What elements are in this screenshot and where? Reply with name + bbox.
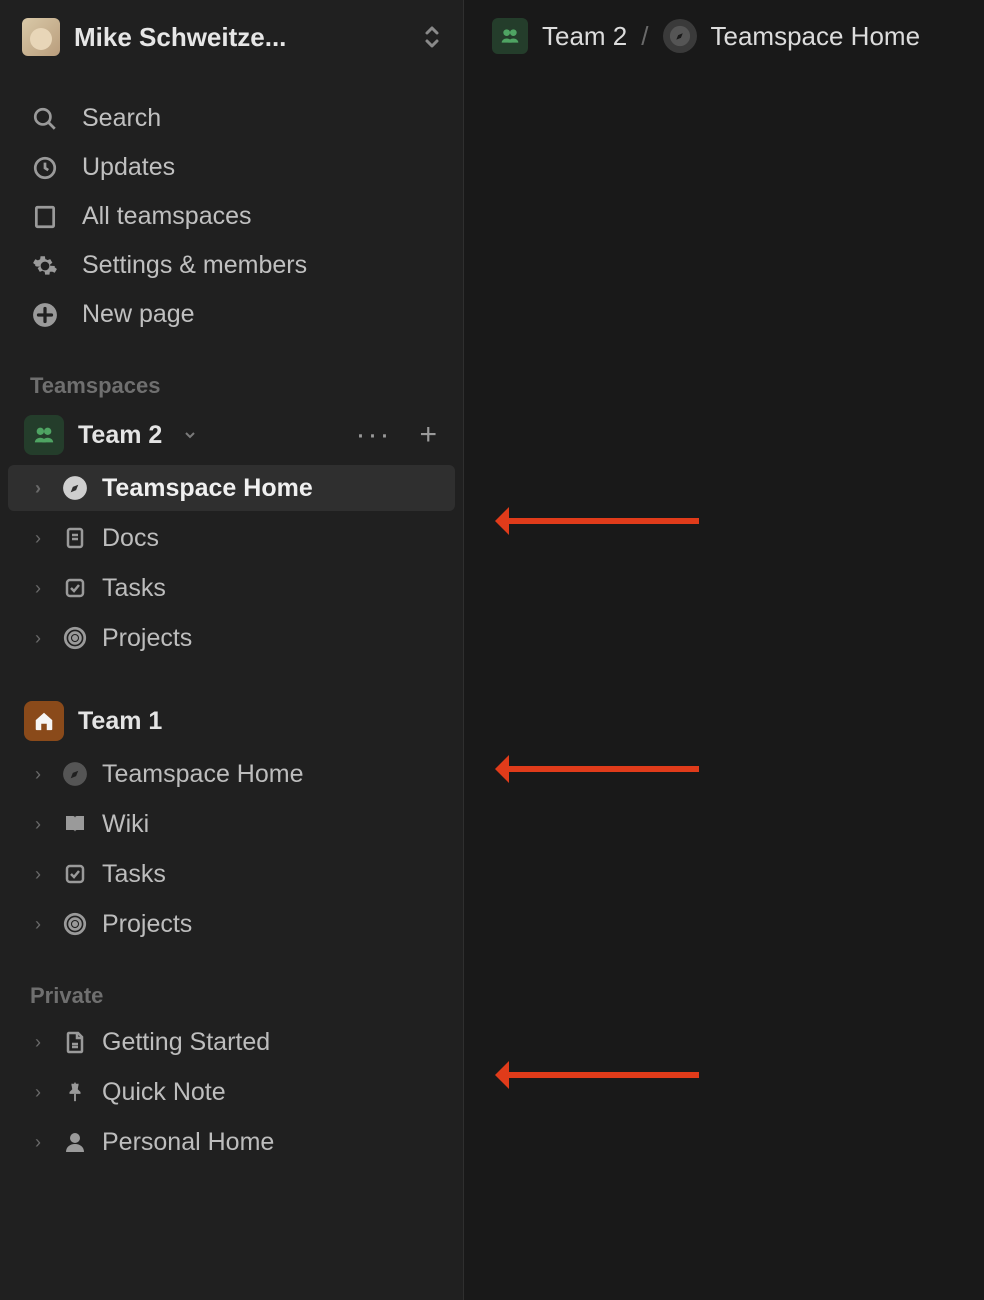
page-item-docs[interactable]: › Docs — [8, 515, 455, 561]
person-icon — [60, 1127, 90, 1157]
people-icon — [24, 415, 64, 455]
nav-label: Search — [82, 104, 161, 133]
checkbox-icon — [60, 859, 90, 889]
page-item-tasks[interactable]: › Tasks — [8, 565, 455, 611]
compass-icon — [663, 19, 697, 53]
target-icon — [60, 909, 90, 939]
page-item-projects[interactable]: › Projects — [8, 901, 455, 947]
page-label: Wiki — [102, 810, 149, 839]
page-label: Tasks — [102, 860, 166, 889]
nav-updates[interactable]: Updates — [0, 143, 463, 192]
chevron-right-icon[interactable]: › — [28, 528, 48, 549]
section-header-teamspaces[interactable]: Teamspaces — [0, 339, 463, 407]
doc-icon — [60, 523, 90, 553]
nav-search[interactable]: Search — [0, 94, 463, 143]
page-item-teamspace-home[interactable]: › Teamspace Home — [8, 465, 455, 511]
chevron-up-down-icon — [423, 24, 441, 50]
add-page-button[interactable]: + — [411, 418, 445, 452]
sidebar: Mike Schweitze... Search Updates All tea… — [0, 0, 464, 1300]
team-row[interactable]: Team 2 ··· + — [0, 407, 463, 463]
page-item-personal-home[interactable]: › Personal Home — [8, 1119, 455, 1165]
team-name: Team 1 — [78, 707, 162, 736]
nav-label: All teamspaces — [82, 202, 252, 231]
workspace-switcher[interactable]: Mike Schweitze... — [0, 10, 463, 64]
page-label: Teamspace Home — [102, 474, 313, 503]
page-label: Docs — [102, 524, 159, 553]
target-icon — [60, 623, 90, 653]
avatar — [22, 18, 60, 56]
breadcrumb-separator: / — [641, 21, 648, 52]
chevron-right-icon[interactable]: › — [28, 814, 48, 835]
page-item-projects[interactable]: › Projects — [8, 615, 455, 661]
page-label: Personal Home — [102, 1128, 274, 1157]
chevron-down-icon — [182, 427, 198, 443]
page-item-getting-started[interactable]: › Getting Started — [8, 1019, 455, 1065]
page-icon — [60, 1027, 90, 1057]
nav-label: New page — [82, 300, 195, 329]
pin-icon — [60, 1077, 90, 1107]
nav-new-page[interactable]: New page — [0, 290, 463, 339]
page-label: Projects — [102, 624, 192, 653]
nav-block: Search Updates All teamspaces Settings &… — [0, 64, 463, 339]
page-label: Tasks — [102, 574, 166, 603]
book-icon — [60, 809, 90, 839]
chevron-right-icon[interactable]: › — [28, 864, 48, 885]
breadcrumb-team[interactable]: Team 2 — [542, 21, 627, 52]
page-item-tasks[interactable]: › Tasks — [8, 851, 455, 897]
checkbox-icon — [60, 573, 90, 603]
breadcrumb: Team 2 / Teamspace Home — [464, 0, 984, 72]
page-label: Teamspace Home — [102, 760, 303, 789]
page-label: Projects — [102, 910, 192, 939]
search-icon — [30, 106, 60, 132]
compass-icon — [60, 759, 90, 789]
building-icon — [30, 204, 60, 230]
chevron-right-icon[interactable]: › — [28, 578, 48, 599]
annotation-arrow — [499, 518, 699, 524]
page-item-quick-note[interactable]: › Quick Note — [8, 1069, 455, 1115]
page-item-teamspace-home[interactable]: › Teamspace Home — [8, 751, 455, 797]
chevron-right-icon[interactable]: › — [28, 1032, 48, 1053]
chevron-right-icon[interactable]: › — [28, 1082, 48, 1103]
page-label: Getting Started — [102, 1028, 270, 1057]
chevron-right-icon[interactable]: › — [28, 478, 48, 499]
page-item-wiki[interactable]: › Wiki — [8, 801, 455, 847]
nav-label: Updates — [82, 153, 175, 182]
plus-circle-icon — [30, 302, 60, 328]
nav-label: Settings & members — [82, 251, 307, 280]
nav-settings[interactable]: Settings & members — [0, 241, 463, 290]
annotation-arrow — [499, 1072, 699, 1078]
gear-icon — [30, 253, 60, 279]
chevron-right-icon[interactable]: › — [28, 628, 48, 649]
chevron-right-icon[interactable]: › — [28, 764, 48, 785]
more-icon[interactable]: ··· — [349, 426, 397, 444]
clock-icon — [30, 155, 60, 181]
compass-icon — [60, 473, 90, 503]
chevron-right-icon[interactable]: › — [28, 1132, 48, 1153]
annotation-arrow — [499, 766, 699, 772]
nav-all-teamspaces[interactable]: All teamspaces — [0, 192, 463, 241]
page-label: Quick Note — [102, 1078, 226, 1107]
chevron-right-icon[interactable]: › — [28, 914, 48, 935]
section-header-private[interactable]: Private — [0, 949, 463, 1017]
home-icon — [24, 701, 64, 741]
people-icon — [492, 18, 528, 54]
workspace-name: Mike Schweitze... — [74, 22, 409, 53]
team-name: Team 2 — [78, 421, 162, 450]
main-content: Team 2 / Teamspace Home — [464, 0, 984, 1300]
team-row[interactable]: Team 1 — [0, 693, 463, 749]
breadcrumb-page[interactable]: Teamspace Home — [711, 21, 921, 52]
